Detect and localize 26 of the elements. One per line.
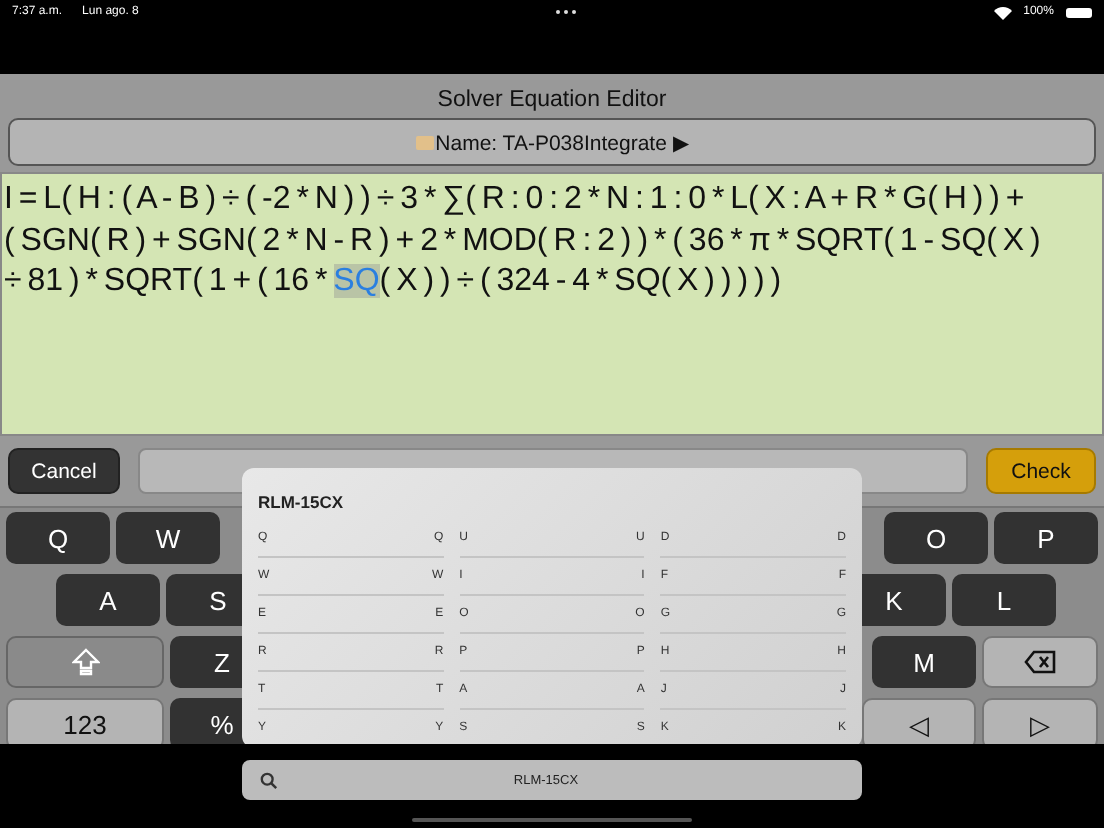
- check-button[interactable]: Check: [986, 448, 1096, 494]
- key[interactable]: O: [884, 512, 988, 564]
- key[interactable]: L: [952, 574, 1056, 626]
- shift-key[interactable]: [6, 636, 164, 688]
- battery-icon: [1065, 8, 1092, 18]
- backspace-icon: [1024, 650, 1056, 674]
- key[interactable]: Q: [6, 512, 110, 564]
- equation-editor[interactable]: [0, 172, 1104, 436]
- equation-text: ( X ) ) ÷ ( 324 - 4 * SQ( X ) ) ) ) ): [379, 264, 782, 298]
- equation-text: ÷ 81 ) * SQRT( 1 + ( 16 *: [4, 264, 330, 298]
- backspace-key[interactable]: [982, 636, 1098, 688]
- selected-text: SQ: [333, 264, 380, 298]
- search-icon: [260, 771, 278, 789]
- key[interactable]: A: [56, 574, 160, 626]
- key[interactable]: P: [994, 512, 1098, 564]
- popup-title: RLM-15CX: [258, 492, 346, 512]
- equation-text: ( SGN( R ) + SGN( 2 * N - R ) + 2 * MOD( R : 2 ) ) * ( 36 * π * SQRT( 1 - SQ( X ): [4, 223, 1041, 257]
- window-title: Solver Equation Editor: [435, 86, 669, 116]
- shift-arrow-icon: [71, 648, 99, 676]
- equation-text: I = L( H : ( A - B ) ÷ ( -2 * N ) ) ÷ 3 * ∑( R : 0 : 2 * N : 1 : 0 * L( X : A + R * G( H ) ) +: [4, 182, 1025, 216]
- wifi-icon: [993, 6, 1012, 20]
- key[interactable]: W: [116, 512, 220, 564]
- equation-name-button[interactable]: Name: TA-P038Integrate ▶: [8, 118, 1096, 166]
- folder-icon: [415, 135, 434, 149]
- key[interactable]: M: [872, 636, 976, 688]
- cancel-button[interactable]: Cancel: [8, 448, 120, 494]
